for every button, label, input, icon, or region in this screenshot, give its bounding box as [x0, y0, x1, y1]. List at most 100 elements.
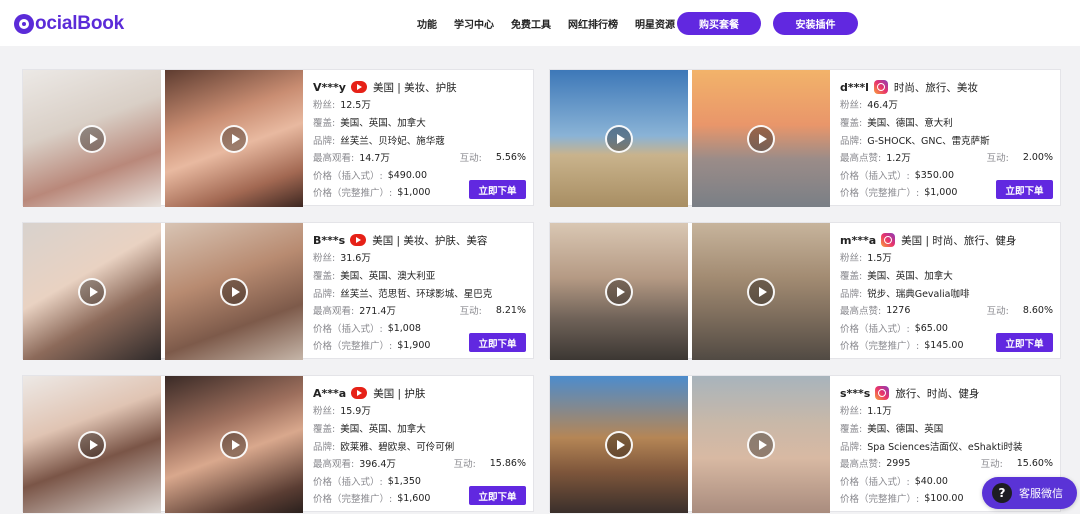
fans-label: 粉丝:	[313, 406, 336, 417]
coverage-value: 美国、德国、英国	[867, 424, 944, 435]
video-thumbnail[interactable]	[692, 376, 830, 513]
logo-text: ocialBook	[35, 13, 124, 34]
influencer-info: A***a 美国 | 护肤 粉丝: 15.9万 覆盖: 美国、英国、加拿大 品牌: 欧莱雅、碧…	[313, 376, 535, 513]
buy-plan-button[interactable]: 购买套餐	[677, 12, 761, 35]
video-thumbnail[interactable]	[165, 376, 303, 513]
brands-value: Spa Sciences洁面仪、eShakti时装	[867, 442, 1023, 453]
video-thumbnail[interactable]	[550, 376, 688, 513]
interaction-value: 8.21%	[495, 304, 526, 316]
order-now-button[interactable]: 立即下单	[469, 180, 526, 199]
influencer-category: 美国 | 时尚、旅行、健身	[901, 234, 1017, 247]
install-plugin-button[interactable]: 安装插件	[773, 12, 858, 35]
youtube-icon	[350, 234, 367, 246]
order-now-button[interactable]: 立即下单	[469, 333, 526, 352]
influencer-handle[interactable]: B***s	[313, 234, 345, 247]
interaction-value: 15.86%	[489, 457, 526, 469]
play-icon[interactable]	[747, 430, 775, 459]
play-icon[interactable]	[78, 430, 106, 459]
price-full-value: $100.00	[924, 492, 964, 504]
coverage-value: 美国、英国、澳大利亚	[340, 271, 436, 282]
coverage-value: 美国、英国、加拿大	[867, 271, 953, 282]
video-thumbnail[interactable]	[692, 223, 830, 360]
video-thumbnail[interactable]	[23, 223, 161, 360]
influencer-card[interactable]: m***a 美国 | 时尚、旅行、健身 粉丝: 1.5万 覆盖: 美国、英国、加拿大 品牌:…	[549, 222, 1061, 360]
influencer-handle[interactable]: s***s	[840, 387, 870, 400]
interaction-value: 8.60%	[1022, 304, 1053, 316]
influencer-card[interactable]: V***y 美国 | 美妆、护肤 粉丝: 12.5万 覆盖: 美国、英国、加拿大 品牌: 丝芙…	[22, 69, 535, 207]
price-insert-label: 价格（插入式）:	[313, 477, 383, 488]
price-full-label: 价格（完整推广）:	[313, 341, 393, 352]
instagram-icon	[881, 233, 896, 247]
nav-item-influencer-ranking[interactable]: 网红排行榜	[568, 16, 618, 31]
play-icon[interactable]	[220, 124, 248, 153]
price-insert-label: 价格（插入式）:	[840, 171, 910, 182]
video-thumbnail[interactable]	[23, 376, 161, 513]
influencer-handle[interactable]: m***a	[840, 234, 876, 247]
price-insert-label: 价格（插入式）:	[313, 171, 383, 182]
influencer-card[interactable]: B***s 美国 | 美妆、护肤、美容 粉丝: 31.6万 覆盖: 美国、英国、澳大利亚品…	[22, 222, 534, 360]
interaction-label: 互动:	[980, 459, 1003, 470]
interaction-label: 互动:	[459, 153, 482, 164]
influencer-card[interactable]: A***a 美国 | 护肤 粉丝: 15.9万 覆盖: 美国、英国、加拿大 品牌: 欧莱雅、碧…	[22, 375, 535, 513]
brands-label: 品牌:	[840, 289, 863, 300]
influencer-info: V***y 美国 | 美妆、护肤 粉丝: 12.5万 覆盖: 美国、英国、加拿大 品牌: 丝芙…	[313, 70, 535, 207]
stat-value: 14.7万	[359, 153, 390, 164]
coverage-label: 覆盖:	[313, 271, 336, 282]
play-icon[interactable]	[78, 277, 106, 306]
video-thumbnail[interactable]	[692, 70, 830, 207]
influencer-category: 时尚、旅行、美妆	[893, 81, 978, 94]
order-now-button[interactable]: 立即下单	[469, 486, 526, 505]
brands-value: 丝芙兰、范思哲、环球影城、星巴克	[340, 289, 493, 300]
youtube-icon	[351, 387, 368, 399]
stat-value: 1.2万	[886, 153, 911, 164]
stat-label: 最高观看:	[313, 153, 355, 164]
coverage-label: 覆盖:	[840, 424, 863, 435]
price-insert-value: $40.00	[914, 475, 948, 487]
price-insert-value: $1,350	[387, 475, 421, 487]
nav-item-celebrity-resources[interactable]: 明星资源	[635, 16, 675, 31]
interaction-value: 15.60%	[1016, 457, 1053, 469]
price-full-value: $145.00	[924, 339, 964, 351]
video-thumbnail[interactable]	[165, 70, 303, 207]
customer-service-wechat-button[interactable]: ? 客服微信	[982, 477, 1077, 509]
play-icon[interactable]	[747, 277, 775, 306]
brands-value: 锐步、瑞典Gevalia咖啡	[867, 289, 970, 300]
order-now-button[interactable]: 立即下单	[996, 333, 1053, 352]
brands-label: 品牌:	[313, 289, 336, 300]
nav-item-features[interactable]: 功能	[417, 16, 437, 31]
coverage-value: 美国、英国、加拿大	[340, 118, 426, 129]
video-thumbnail[interactable]	[165, 223, 303, 360]
influencer-handle[interactable]: V***y	[313, 81, 346, 94]
price-insert-label: 价格（插入式）:	[840, 477, 910, 488]
stat-value: 396.4万	[359, 459, 396, 470]
stat-label: 最高观看:	[313, 306, 355, 317]
stat-value: 1276	[886, 304, 911, 316]
brands-value: 丝芙兰、贝玲妃、施华蔻	[340, 136, 445, 147]
video-thumbnail[interactable]	[550, 70, 688, 207]
order-now-button[interactable]: 立即下单	[996, 180, 1053, 199]
video-thumbnail[interactable]	[550, 223, 688, 360]
price-full-label: 价格（完整推广）:	[840, 341, 920, 352]
price-full-value: $1,600	[397, 492, 431, 504]
price-full-label: 价格（完整推广）:	[313, 188, 393, 199]
play-icon[interactable]	[220, 430, 248, 459]
video-thumbnail[interactable]	[23, 70, 161, 207]
influencer-category: 美国 | 护肤	[373, 387, 426, 400]
brands-label: 品牌:	[840, 136, 863, 147]
nav-item-learning-center[interactable]: 学习中心	[454, 16, 494, 31]
nav-item-free-tools[interactable]: 免费工具	[511, 16, 551, 31]
price-insert-value: $350.00	[914, 169, 954, 181]
play-icon[interactable]	[605, 277, 633, 306]
influencer-category: 美国 | 美妆、护肤、美容	[372, 234, 488, 247]
influencer-card[interactable]: d***l 时尚、旅行、美妆 粉丝: 46.4万 覆盖: 美国、德国、意大利 品牌: G-SH…	[549, 69, 1061, 207]
influencer-handle[interactable]: A***a	[313, 387, 346, 400]
socialbook-logo[interactable]: ocialBook	[14, 12, 124, 36]
play-icon[interactable]	[747, 124, 775, 153]
play-icon[interactable]	[78, 124, 106, 153]
influencer-handle[interactable]: d***l	[840, 81, 869, 94]
instagram-icon	[873, 80, 888, 94]
play-icon[interactable]	[605, 430, 633, 459]
interaction-value: 5.56%	[495, 151, 526, 163]
play-icon[interactable]	[220, 277, 248, 306]
play-icon[interactable]	[605, 124, 633, 153]
